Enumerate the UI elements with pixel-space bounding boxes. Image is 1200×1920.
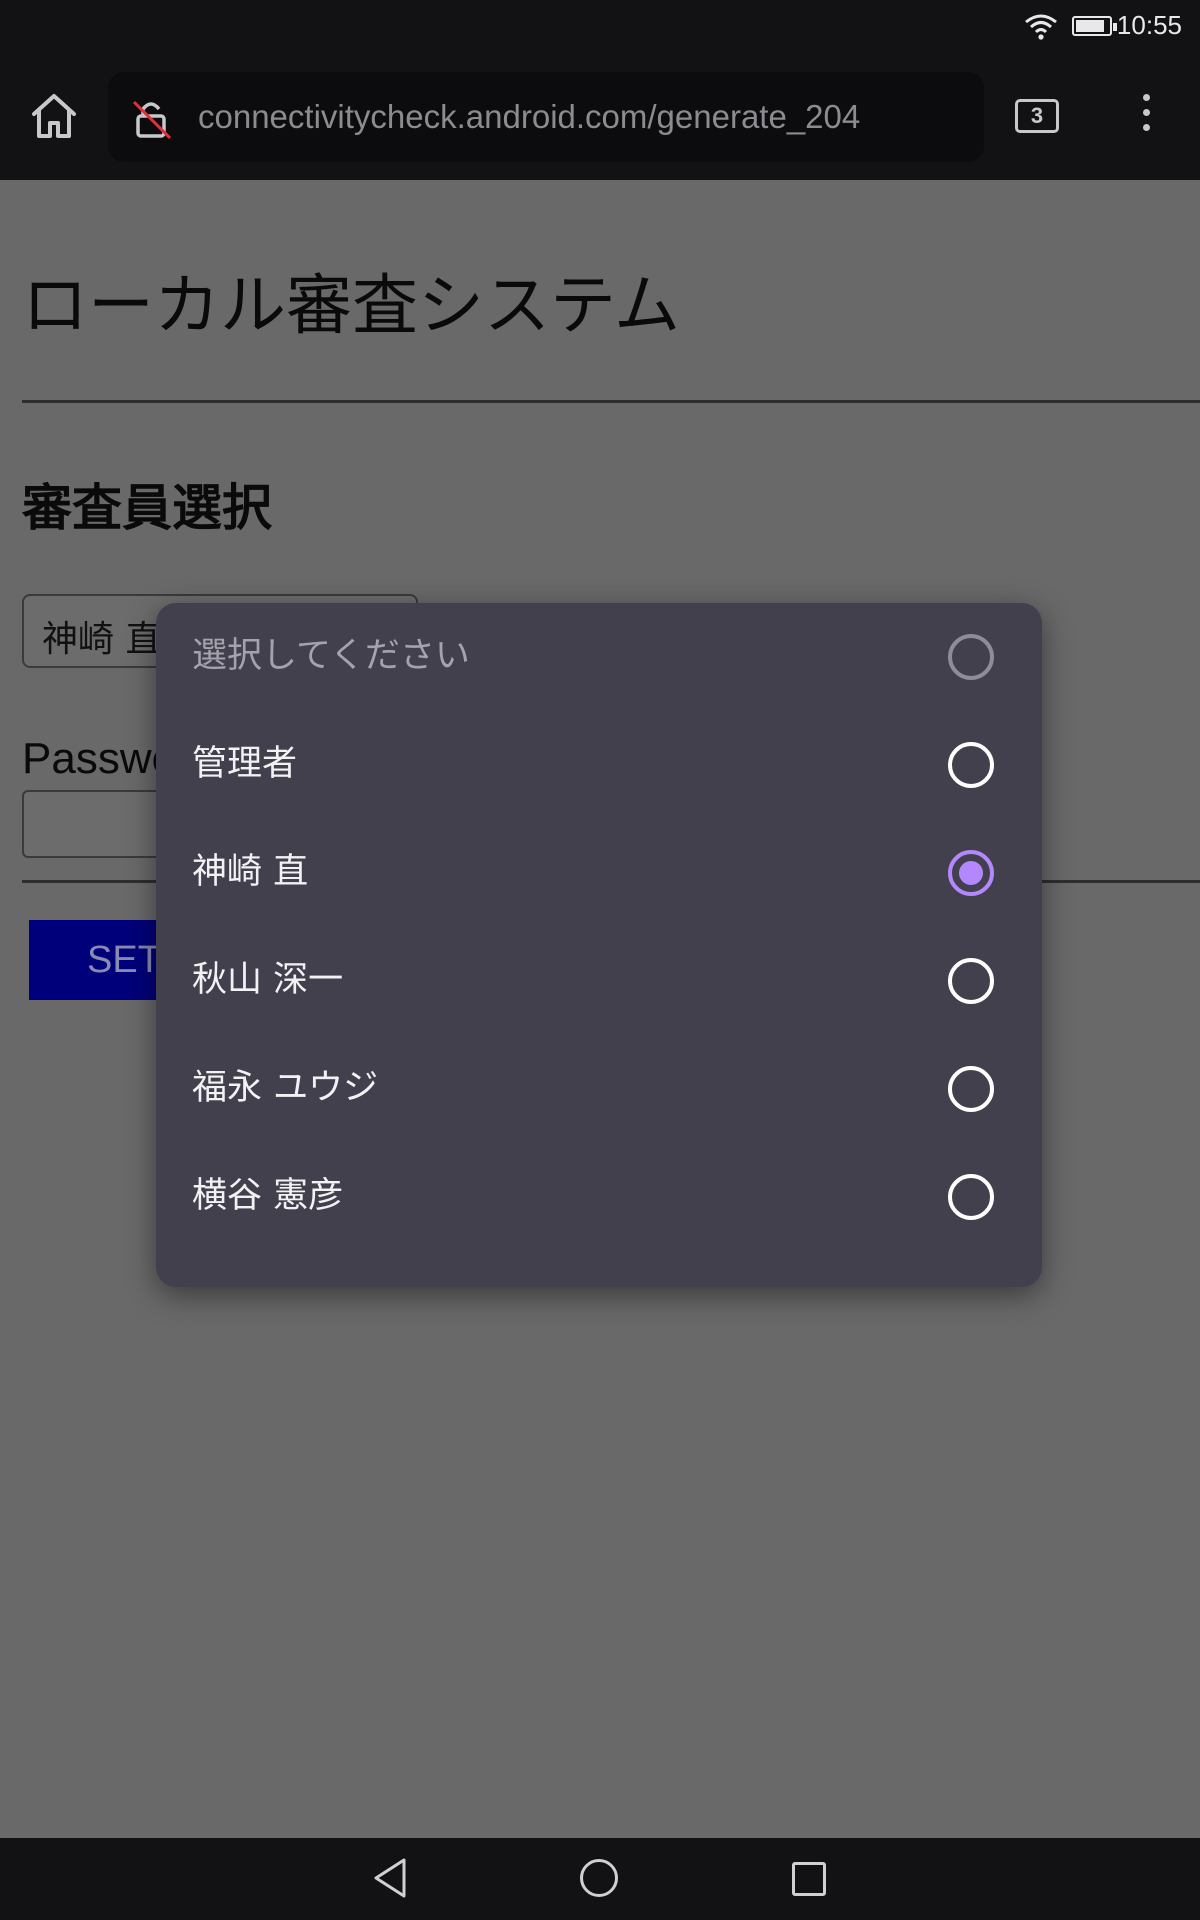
option-placeholder[interactable]: 選択してください bbox=[156, 603, 1042, 711]
tab-switcher-button[interactable]: 3 bbox=[1015, 99, 1059, 133]
option-label: 秋山 深一 bbox=[192, 960, 344, 1000]
option-label: 管理者 bbox=[192, 744, 298, 784]
page-title: ローカル審査システム bbox=[22, 267, 681, 344]
section-title: 審査員選択 bbox=[22, 479, 272, 537]
url-bar[interactable]: connectivitycheck.android.com/generate_2… bbox=[108, 72, 984, 162]
navigation-bar bbox=[0, 1838, 1200, 1920]
divider bbox=[22, 400, 1200, 403]
option-fukunaga[interactable]: 福永 ユウジ bbox=[156, 1035, 1042, 1143]
status-bar: 10:55 bbox=[0, 0, 1200, 54]
radio-button[interactable] bbox=[948, 1174, 994, 1220]
option-kanzaki[interactable]: 神崎 直 bbox=[156, 819, 1042, 927]
select-dialog: 選択してください 管理者 神崎 直 秋山 深一 福永 ユウジ 横谷 憲彦 bbox=[156, 603, 1042, 1287]
url-text[interactable]: connectivitycheck.android.com/generate_2… bbox=[198, 96, 860, 138]
home-circle-icon[interactable] bbox=[580, 1859, 618, 1897]
status-time: 10:55 bbox=[1116, 10, 1182, 40]
radio-button[interactable] bbox=[948, 1066, 994, 1112]
more-vert-icon[interactable] bbox=[1134, 94, 1158, 144]
radio-button[interactable] bbox=[948, 958, 994, 1004]
option-label: 神崎 直 bbox=[192, 852, 309, 892]
option-akiyama[interactable]: 秋山 深一 bbox=[156, 927, 1042, 1035]
radio-button[interactable] bbox=[948, 742, 994, 788]
recents-icon[interactable] bbox=[792, 1862, 826, 1896]
option-admin[interactable]: 管理者 bbox=[156, 711, 1042, 819]
select-value: 神崎 直 bbox=[42, 619, 162, 660]
option-label: 横谷 憲彦 bbox=[192, 1176, 344, 1216]
radio-button[interactable] bbox=[948, 634, 994, 680]
back-icon[interactable] bbox=[370, 1856, 410, 1900]
option-label: 選択してください bbox=[192, 636, 470, 676]
home-icon[interactable] bbox=[26, 88, 82, 144]
wifi-icon bbox=[1025, 14, 1057, 40]
radio-button-checked[interactable] bbox=[948, 850, 994, 896]
browser-toolbar: connectivitycheck.android.com/generate_2… bbox=[0, 54, 1200, 180]
option-yokoya[interactable]: 横谷 憲彦 bbox=[156, 1143, 1042, 1251]
battery-icon bbox=[1072, 16, 1117, 36]
lock-off-icon[interactable] bbox=[130, 96, 174, 140]
option-label: 福永 ユウジ bbox=[192, 1068, 379, 1108]
